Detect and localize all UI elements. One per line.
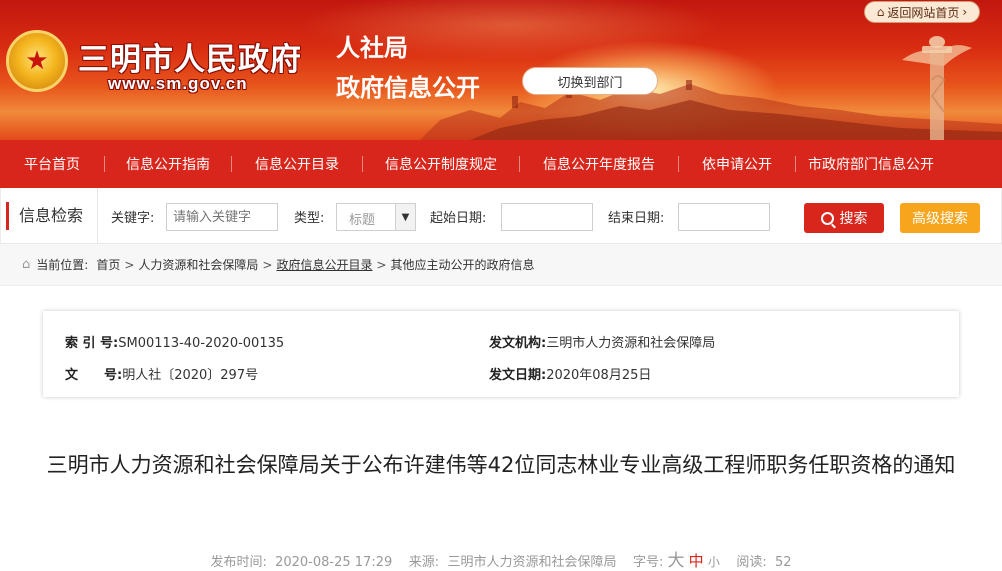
views-count: 52: [775, 555, 792, 570]
breadcrumb-item-catalog[interactable]: 政府信息公开目录: [276, 256, 372, 273]
meta-issuer-value: 三明市人力资源和社会保障局: [546, 336, 716, 351]
source-value: 三明市人力资源和社会保障局: [447, 555, 617, 570]
header-banner: ★ 三明市人民政府 www.sm.gov.cn 人社局 政府信息公开 切换到部门…: [0, 0, 1002, 140]
article-title: 三明市人力资源和社会保障局关于公布许建伟等42位同志林业专业高级工程师职务任职资…: [46, 453, 956, 477]
department-subtitle: 政府信息公开: [336, 75, 480, 102]
search-section-title: 信息检索: [6, 202, 83, 230]
nav-item-home[interactable]: 平台首页: [0, 140, 104, 188]
meta-index-key: 索 引 号:: [65, 336, 119, 351]
type-label: 类型:: [294, 211, 325, 226]
main-nav: 平台首页 信息公开指南 信息公开目录 信息公开制度规定 信息公开年度报告 依申请…: [0, 140, 1002, 188]
search-icon: [820, 211, 834, 225]
end-date-input[interactable]: [678, 203, 770, 231]
chevron-down-icon: ▼: [395, 204, 415, 230]
breadcrumb-separator: >: [262, 257, 273, 272]
breadcrumb: ⌂ 当前位置: 首页 > 人力资源和社会保障局 > 政府信息公开目录 > 其他应…: [0, 244, 1002, 286]
breadcrumb-item-hrss[interactable]: 人力资源和社会保障局: [138, 256, 258, 273]
start-date-label: 起始日期:: [430, 211, 487, 226]
meta-date-value: 2020年08月25日: [546, 368, 652, 383]
type-select-value: 标题: [349, 213, 376, 228]
breadcrumb-separator: >: [124, 257, 135, 272]
department-name: 人社局: [336, 35, 408, 62]
meta-date-row: 发文日期:2020年08月25日: [489, 364, 651, 383]
nav-item-dept-info[interactable]: 市政府部门信息公开: [796, 140, 946, 188]
site-name: 三明市人民政府: [78, 42, 302, 78]
nav-item-regulations[interactable]: 信息公开制度规定: [363, 140, 519, 188]
site-url: www.sm.gov.cn: [108, 74, 248, 93]
meta-issuer-key: 发文机构:: [489, 336, 547, 351]
breadcrumb-separator: >: [376, 257, 387, 272]
nav-item-annual-report[interactable]: 信息公开年度报告: [520, 140, 678, 188]
advanced-search-button[interactable]: 高级搜索: [900, 203, 980, 233]
end-date-label: 结束日期:: [608, 211, 665, 226]
type-select[interactable]: 标题 ▼: [336, 203, 416, 231]
home-icon: ⌂: [22, 257, 31, 272]
keyword-input[interactable]: [166, 203, 278, 231]
nav-item-apply[interactable]: 依申请公开: [679, 140, 795, 188]
return-home-label: 返回网站首页: [887, 5, 960, 20]
publish-time-label: 发布时间:: [210, 555, 267, 570]
return-home-button[interactable]: ⌂ 返回网站首页 ›: [864, 1, 980, 23]
font-size-small[interactable]: 小: [708, 555, 720, 569]
document-meta-box: 索 引 号:SM00113-40-2020-00135 文 号:明人社〔2020…: [43, 311, 959, 397]
breadcrumb-label: 当前位置:: [36, 258, 89, 272]
home-icon: ⌂: [876, 5, 885, 19]
start-date-input[interactable]: [501, 203, 593, 231]
font-size-label: 字号:: [632, 555, 664, 570]
search-button[interactable]: 搜索: [804, 203, 884, 233]
meta-docno-key: 文 号:: [65, 368, 123, 383]
article-info-bar: 发布时间: 2020-08-25 17:29 来源: 三明市人力资源和社会保障局…: [0, 546, 1002, 571]
national-emblem-icon: ★: [6, 30, 68, 92]
source-label: 来源:: [408, 555, 440, 570]
chevron-right-icon: ›: [962, 5, 968, 19]
meta-index-row: 索 引 号:SM00113-40-2020-00135: [65, 332, 284, 351]
meta-date-key: 发文日期:: [489, 368, 547, 383]
emblem-star-icon: ★: [25, 46, 49, 76]
meta-docno-value: 明人社〔2020〕297号: [122, 368, 259, 383]
switch-department-button[interactable]: 切换到部门: [522, 67, 658, 95]
nav-item-guide[interactable]: 信息公开指南: [105, 140, 231, 188]
breadcrumb-item-home[interactable]: 首页: [96, 256, 120, 273]
nav-item-catalog[interactable]: 信息公开目录: [232, 140, 362, 188]
views-label: 阅读:: [736, 555, 767, 570]
meta-issuer-row: 发文机构:三明市人力资源和社会保障局: [489, 332, 715, 351]
search-button-label: 搜索: [839, 211, 868, 227]
meta-docno-row: 文 号:明人社〔2020〕297号: [65, 364, 258, 383]
meta-index-value: SM00113-40-2020-00135: [118, 336, 285, 351]
font-size-medium[interactable]: 中: [689, 552, 704, 570]
breadcrumb-item-current: 其他应主动公开的政府信息: [390, 258, 535, 272]
search-divider: [97, 188, 98, 244]
keyword-label: 关键字:: [111, 211, 155, 226]
publish-time: 2020-08-25 17:29: [275, 555, 393, 570]
huabiao-pillar-decoration: [902, 36, 972, 140]
font-size-large[interactable]: 大: [668, 551, 685, 571]
